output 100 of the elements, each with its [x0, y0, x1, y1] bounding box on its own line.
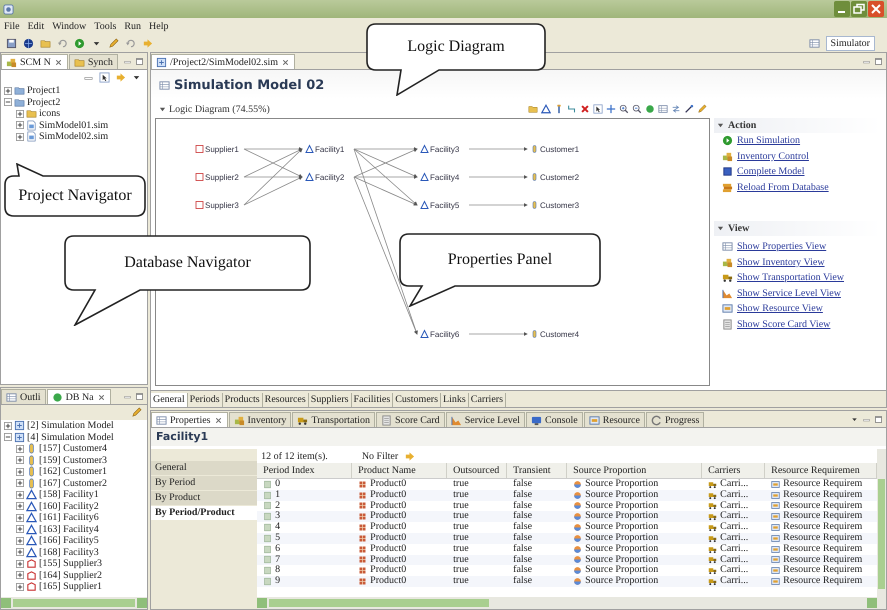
page-tab[interactable]: Customers — [393, 393, 441, 407]
page-tab[interactable]: Carriers — [468, 393, 506, 407]
supplier-node[interactable]: Supplier3 — [196, 201, 239, 210]
vertical-scrollbar[interactable] — [877, 449, 886, 609]
action-link[interactable]: Run Simulation — [737, 135, 800, 146]
action-link[interactable]: Reload From Database — [737, 182, 829, 193]
horizontal-scrollbar[interactable] — [1, 597, 147, 609]
view-link[interactable]: Show Inventory View — [737, 256, 825, 268]
facility-node[interactable]: Facility6 — [420, 329, 460, 339]
section-tab[interactable]: By Product — [151, 491, 258, 506]
tree-toggle[interactable] — [4, 433, 12, 442]
tree-item[interactable]: [162] Customer1 — [39, 466, 108, 478]
tree-toggle[interactable] — [16, 490, 24, 499]
view-tab[interactable]: Service Level — [446, 412, 525, 427]
minimize-button[interactable] — [834, 1, 850, 17]
page-tab[interactable]: General — [151, 393, 188, 407]
tree-item[interactable]: icons — [39, 108, 60, 120]
maximize-icon[interactable] — [135, 392, 144, 400]
perspective-button[interactable]: Simulator — [826, 36, 875, 50]
view-link[interactable]: Show Transportation View — [737, 272, 844, 284]
menu-item[interactable]: Edit — [28, 20, 44, 32]
tree-toggle[interactable] — [16, 560, 24, 568]
tree-item[interactable]: Project2 — [27, 96, 60, 108]
folder-icon[interactable] — [40, 38, 51, 48]
page-tab[interactable]: Products — [222, 393, 263, 407]
close-button[interactable] — [868, 1, 884, 17]
tree-item[interactable]: [160] Facility2 — [39, 500, 99, 512]
table-icon[interactable] — [808, 38, 820, 48]
tree-toggle[interactable] — [16, 456, 24, 464]
horizontal-scrollbar[interactable] — [257, 597, 878, 609]
editor-tab[interactable]: /Project2/SimModel02.sim — [151, 54, 296, 69]
tree-item[interactable]: [4] Simulation Model — [27, 432, 114, 443]
collapse-icon[interactable] — [717, 122, 724, 129]
menu-item[interactable]: Run — [124, 20, 142, 32]
section-tab[interactable]: By Period — [151, 476, 258, 491]
tree-toggle[interactable] — [16, 132, 24, 141]
collapse-icon[interactable] — [159, 106, 166, 112]
pointer-icon[interactable] — [593, 104, 603, 114]
facility-node[interactable]: Facility5 — [420, 200, 460, 210]
action-link[interactable]: Inventory Control — [737, 150, 809, 162]
tree-toggle[interactable] — [16, 582, 24, 591]
pencil-icon[interactable] — [108, 38, 119, 48]
view-link[interactable]: Show Properties View — [737, 241, 826, 252]
facility-node[interactable]: Facility4 — [420, 172, 460, 182]
view-link[interactable]: Show Resource View — [737, 303, 823, 314]
facility-node[interactable]: Facility2 — [305, 172, 344, 182]
tree-item[interactable]: [165] Supplier1 — [39, 581, 102, 592]
maximize-icon[interactable] — [135, 56, 144, 66]
view-tab[interactable]: Resource — [584, 412, 645, 427]
tree-item[interactable]: [167] Customer2 — [39, 478, 108, 489]
page-tab[interactable]: Periods — [188, 393, 223, 407]
customer-node[interactable]: Customer3 — [532, 201, 580, 210]
view-link[interactable]: Show Score Card View — [737, 318, 830, 330]
tree-item[interactable]: SimModel01.sim — [39, 120, 108, 131]
tree-item[interactable]: [2] Simulation Model — [27, 420, 114, 432]
tree-item[interactable]: [161] Facility6 — [39, 512, 99, 524]
zoom-in-icon[interactable] — [619, 104, 629, 114]
view-tab[interactable]: Score Card — [376, 412, 445, 427]
table-icon[interactable] — [658, 104, 668, 114]
tree-toggle[interactable] — [16, 548, 24, 556]
wand-icon[interactable] — [684, 104, 694, 114]
tree-toggle[interactable] — [16, 468, 24, 476]
tree-item[interactable]: SimModel02.sim — [39, 131, 108, 142]
tree-toggle[interactable] — [16, 571, 24, 580]
tree-toggle[interactable] — [16, 479, 24, 488]
column-header[interactable]: Carriers — [702, 463, 766, 478]
pencil-icon[interactable] — [697, 104, 707, 114]
view-tab[interactable]: Console — [526, 412, 583, 427]
menu-item[interactable]: Tools — [94, 20, 116, 32]
view-link[interactable]: Show Service Level View — [737, 288, 841, 299]
customer-node[interactable]: Customer1 — [532, 145, 580, 154]
tree-toggle[interactable] — [16, 121, 24, 130]
collapse-icon[interactable] — [717, 225, 724, 232]
tree-toggle[interactable] — [16, 444, 24, 453]
supplier-node[interactable]: Supplier2 — [196, 173, 239, 182]
tree-toggle[interactable] — [4, 422, 12, 430]
view-tab[interactable]: DB Na — [46, 389, 111, 404]
play-icon[interactable] — [74, 38, 85, 48]
maximize-icon[interactable] — [874, 414, 883, 424]
view-tab[interactable]: SCM N — [1, 54, 68, 69]
view-tab[interactable]: Properties — [151, 412, 228, 427]
move-icon[interactable] — [606, 104, 616, 114]
menu-item[interactable]: Help — [149, 20, 168, 32]
pencil-icon[interactable] — [131, 407, 142, 418]
tree-item[interactable]: [159] Customer3 — [39, 454, 108, 466]
connector-icon[interactable] — [567, 104, 577, 114]
tree-toggle[interactable] — [4, 86, 12, 95]
maximize-icon[interactable] — [874, 56, 883, 66]
close-icon[interactable] — [54, 58, 63, 66]
tree-item[interactable]: Project1 — [27, 85, 60, 96]
tree-item[interactable]: [168] Facility3 — [39, 546, 99, 558]
tree-item[interactable]: [164] Supplier2 — [39, 570, 102, 581]
view-tab[interactable]: Transportation — [292, 412, 375, 427]
page-tab[interactable]: Suppliers — [308, 393, 352, 407]
restore-button[interactable] — [851, 1, 867, 17]
menu-item[interactable]: File — [4, 20, 20, 32]
view-tab[interactable]: Synch — [68, 54, 118, 69]
view-tab[interactable]: Outli — [1, 389, 46, 404]
tree-toggle[interactable] — [4, 98, 12, 106]
tree-item[interactable]: [157] Customer4 — [39, 443, 108, 454]
